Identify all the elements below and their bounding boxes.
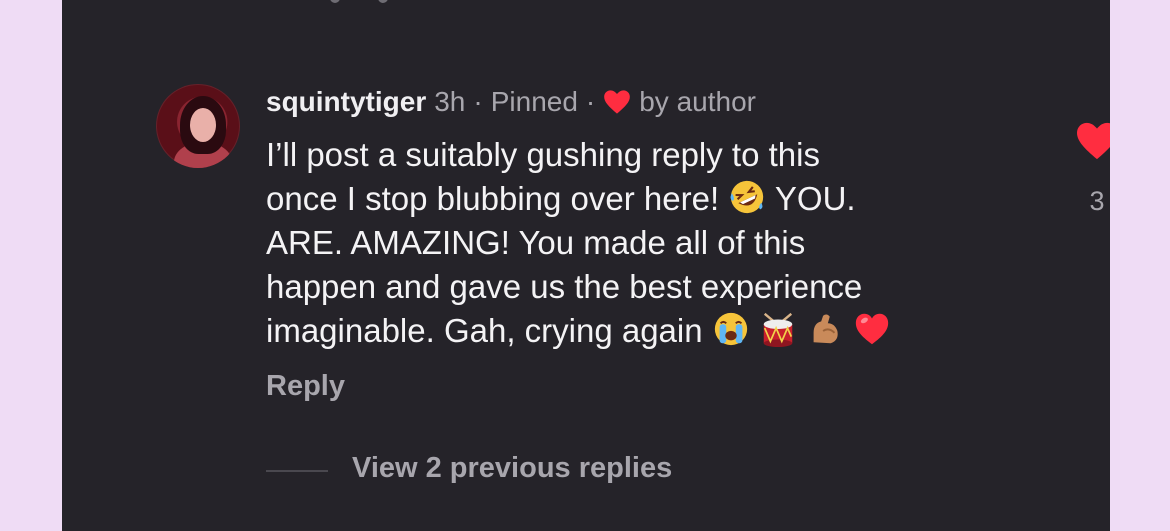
rolling-laughing-emoji-icon xyxy=(730,180,764,214)
username-link[interactable]: squintytiger xyxy=(266,86,426,118)
comment-meta: squintytiger 3h · Pinned · by author xyxy=(266,84,756,120)
comment-text-line: once I stop blubbing over here! xyxy=(266,180,720,217)
comment-text: I’ll post a suitably gushing reply to th… xyxy=(266,133,1026,353)
drum-emoji-icon xyxy=(763,312,793,348)
comment-text-line: happen and gave us the best experience xyxy=(266,268,863,305)
comment-text-line: YOU. xyxy=(774,180,856,217)
comment-time: 3h xyxy=(434,86,466,117)
pinned-label: Pinned xyxy=(490,86,578,117)
previous-content-fragment xyxy=(330,0,450,4)
comment-card: squintytiger 3h · Pinned · by author I’l… xyxy=(62,0,1110,531)
avatar[interactable] xyxy=(156,84,240,168)
like-count: 3 xyxy=(1089,186,1105,216)
comment-text-line: imaginable. Gah, crying again xyxy=(266,312,703,349)
red-heart-emoji-icon xyxy=(856,313,889,345)
comment-text-line: ARE. AMAZING! You made all of this xyxy=(266,224,806,261)
meta-separator: · xyxy=(473,86,483,117)
flexed-biceps-emoji-icon xyxy=(813,314,838,344)
heart-icon xyxy=(604,90,631,114)
meta-separator: · xyxy=(585,86,596,117)
reply-button[interactable]: Reply xyxy=(266,370,345,403)
view-previous-replies-button[interactable]: View 2 previous replies xyxy=(352,452,672,485)
loudly-crying-emoji-icon xyxy=(714,312,747,346)
comment-text-line: I’ll post a suitably gushing reply to th… xyxy=(266,136,820,173)
like-heart-icon[interactable] xyxy=(1075,121,1110,161)
liked-by-author-label: by author xyxy=(639,86,756,117)
replies-divider xyxy=(266,470,328,472)
